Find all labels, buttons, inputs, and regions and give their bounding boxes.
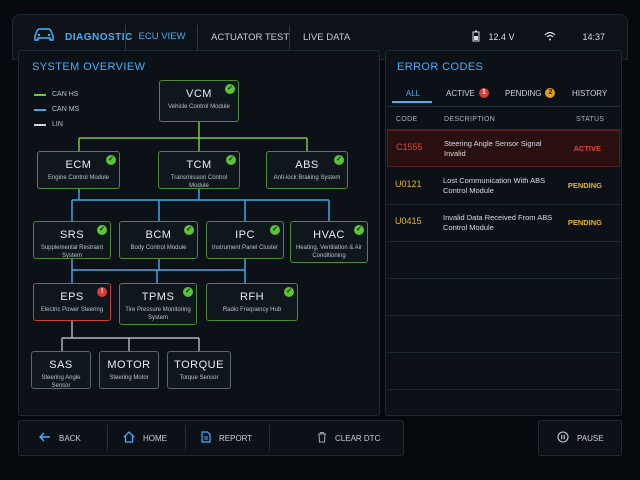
report-button[interactable]: REPORT — [201, 421, 252, 455]
home-button[interactable]: HOME — [123, 421, 167, 455]
error-description: Steering Angle Sensor Signal Invalid — [444, 139, 542, 158]
error-code: C1555 — [396, 142, 423, 152]
toolbar-divider — [185, 425, 186, 451]
ok-check-icon: ✓ — [354, 225, 364, 235]
ok-check-icon: ✓ — [334, 155, 344, 165]
error-row[interactable]: U0121 Lost Communication With ABS Contro… — [387, 168, 620, 205]
pause-button[interactable]: PAUSE — [538, 420, 622, 456]
back-button[interactable]: BACK — [39, 421, 81, 455]
ecu-node-ipc[interactable]: IPC Instrument Panel Cluster ✓ — [206, 221, 284, 259]
active-tab-underline — [392, 101, 432, 103]
ecu-node-rfh[interactable]: RFH Radio Frequency Hub ✓ — [206, 283, 298, 321]
toolbar-divider — [269, 425, 270, 451]
error-description: Invalid Data Received From ABS Control M… — [443, 213, 553, 232]
empty-row — [387, 353, 620, 390]
error-row[interactable]: U0415 Invalid Data Received From ABS Con… — [387, 205, 620, 242]
ok-check-icon: ✓ — [226, 155, 236, 165]
ecu-node-ecm[interactable]: ECM Engine Control Module ✓ — [37, 151, 120, 189]
error-row[interactable]: C1555 Steering Angle Sensor Signal Inval… — [387, 130, 620, 167]
error-tab-active[interactable]: ACTIVE 1 — [446, 84, 489, 102]
error-codes-title: ERROR CODES — [397, 61, 484, 73]
clear-dtc-button[interactable]: CLEAR DTC — [317, 421, 380, 455]
error-tab-history[interactable]: HISTORY — [572, 84, 607, 102]
error-status: PENDING — [567, 218, 602, 227]
arrow-left-icon — [39, 432, 51, 444]
toolbar-divider — [107, 425, 108, 451]
empty-row — [387, 279, 620, 316]
error-code: U0415 — [395, 216, 422, 226]
trash-icon — [317, 431, 327, 445]
ecu-node-torque[interactable]: TORQUE Torque Sensor — [167, 351, 231, 389]
empty-row — [387, 316, 620, 353]
error-status: ACTIVE — [573, 144, 601, 153]
ok-check-icon: ✓ — [183, 287, 193, 297]
ok-check-icon: ✓ — [225, 84, 235, 94]
ok-check-icon: ✓ — [270, 225, 280, 235]
ecu-node-bcm[interactable]: BCM Body Control Module ✓ — [119, 221, 198, 259]
error-alert-icon: ! — [97, 287, 107, 297]
ecu-node-srs[interactable]: SRS Supplemental Restraint System ✓ — [33, 221, 111, 259]
bottom-toolbar: BACK HOME REPORT CLEAR DTC — [18, 420, 404, 456]
column-header-status: STATUS — [576, 116, 605, 123]
ecu-node-tcm[interactable]: TCM Transmission Control Module ✓ — [158, 151, 240, 189]
ok-check-icon: ✓ — [284, 287, 294, 297]
error-tab-all[interactable]: ALL — [398, 84, 428, 102]
pending-count-badge: 2 — [545, 88, 556, 98]
column-header-description: DESCRIPTION — [444, 116, 496, 123]
column-header-code: CODE — [396, 116, 418, 123]
ecu-node-vcm[interactable]: VCM Vehicle Control Module ✓ — [159, 80, 239, 122]
ok-check-icon: ✓ — [106, 155, 116, 165]
ecu-node-motor[interactable]: MOTOR Steering Motor — [99, 351, 159, 389]
ecu-node-sas[interactable]: SAS Steering Angle Sensor — [31, 351, 91, 389]
empty-row — [387, 242, 620, 279]
home-icon — [123, 431, 135, 445]
error-tab-pending[interactable]: PENDING 2 — [505, 84, 556, 102]
tabs-divider — [387, 106, 620, 107]
ecu-node-hvac[interactable]: HVAC Heating, Ventilation & Air Conditio… — [290, 221, 368, 263]
ok-check-icon: ✓ — [184, 225, 194, 235]
ecu-node-eps[interactable]: EPS Electric Power Steering ! — [33, 283, 111, 321]
error-status: PENDING — [567, 181, 602, 190]
ok-check-icon: ✓ — [97, 225, 107, 235]
active-count-badge: 1 — [478, 88, 489, 98]
error-code: U0121 — [395, 179, 422, 189]
ecu-node-tpms[interactable]: TPMS Tire Pressure Monitoring System ✓ — [119, 283, 197, 325]
pause-icon — [557, 431, 569, 445]
document-icon — [201, 431, 211, 445]
ecu-node-abs[interactable]: ABS Anti-lock Braking System ✓ — [266, 151, 348, 189]
error-description: Lost Communication With ABS Control Modu… — [443, 176, 546, 195]
